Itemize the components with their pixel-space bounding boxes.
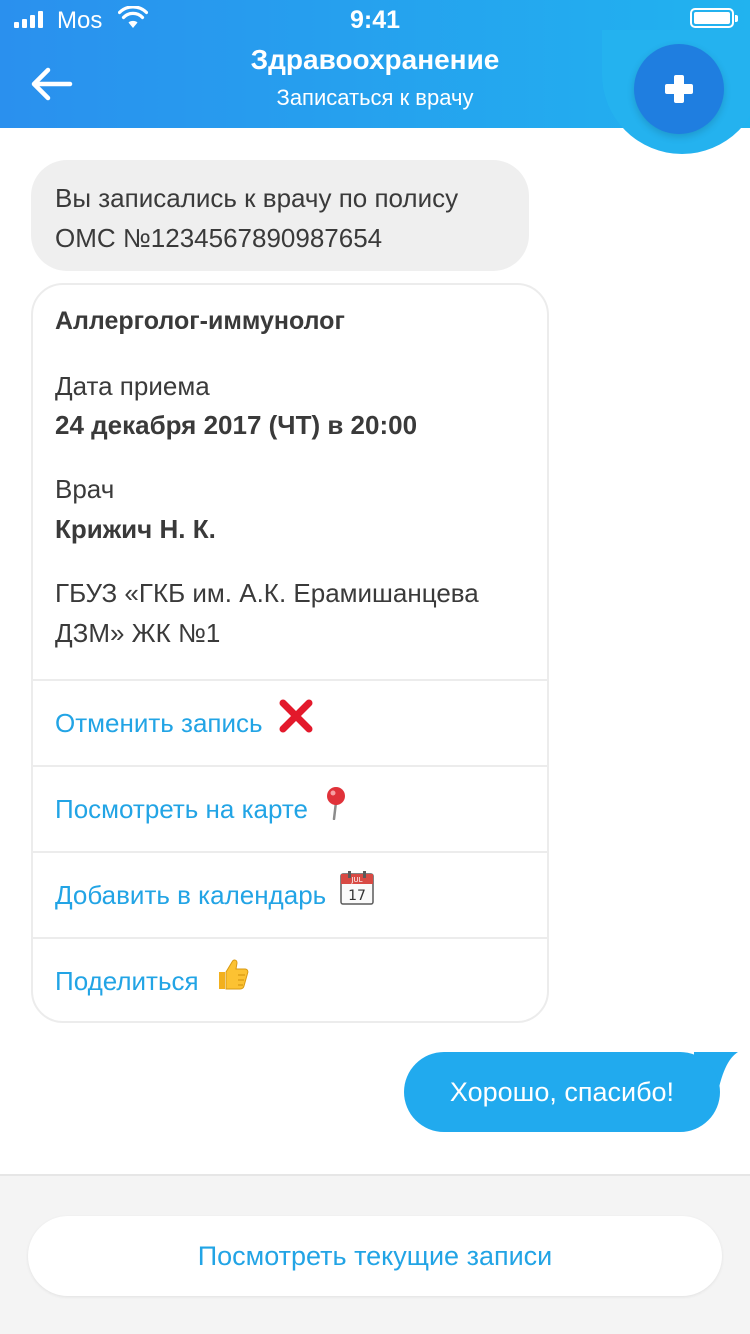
svg-text:17: 17 — [349, 888, 367, 904]
incoming-message-line: ОМС №1234567890987654 — [55, 223, 383, 253]
cancel-appointment-link[interactable]: Отменить запись — [33, 679, 547, 767]
share-link[interactable]: Поделиться — [33, 937, 547, 1021]
svg-text:JUL: JUL — [351, 876, 363, 884]
action-label: Посмотреть на карте — [55, 794, 308, 824]
cross-mark-icon — [278, 683, 314, 767]
view-current-appointments-button[interactable]: Посмотреть текущие записи — [28, 1216, 722, 1296]
appointment-card: Аллерголог-иммунолог Дата приема 24 дека… — [31, 283, 549, 1023]
date-value: 24 декабря 2017 (ЧТ) в 20:00 — [55, 410, 418, 440]
calendar-icon: JUL 17 — [339, 855, 375, 939]
status-bar: Mos 9:41 — [0, 0, 750, 40]
clinic-line: ГБУЗ «ГКБ им. А.К. Ерамишанцева — [55, 578, 479, 608]
clinic-name: ГБУЗ «ГКБ им. А.К. Ерамишанцева ДЗМ» ЖК … — [55, 573, 535, 653]
action-label: Поделиться — [55, 966, 199, 996]
action-label: Добавить в календарь — [55, 880, 327, 910]
view-on-map-link[interactable]: Посмотреть на карте — [33, 765, 547, 853]
action-label: Отменить запись — [55, 708, 263, 738]
outgoing-message: Хорошо, спасибо! — [404, 1052, 720, 1132]
doctor-specialty: Аллерголог-иммунолог — [55, 307, 345, 335]
pushpin-icon — [323, 769, 349, 853]
doctor-name: Крижич Н. К. — [55, 514, 216, 544]
doctor-label: Врач — [55, 474, 115, 504]
incoming-message-line: Вы записались к врачу по полису — [55, 183, 459, 213]
clinic-line: ДЗМ» ЖК №1 — [55, 618, 221, 648]
status-time: 9:41 — [349, 6, 401, 34]
add-to-calendar-link[interactable]: Добавить в календарь JUL 17 — [33, 851, 547, 939]
date-label: Дата приема — [55, 371, 210, 401]
incoming-message: Вы записались к врачу по полису ОМС №123… — [31, 160, 529, 271]
battery-icon — [690, 8, 738, 28]
thumbs-up-icon — [214, 941, 250, 1021]
add-appointment-button[interactable] — [634, 44, 724, 134]
